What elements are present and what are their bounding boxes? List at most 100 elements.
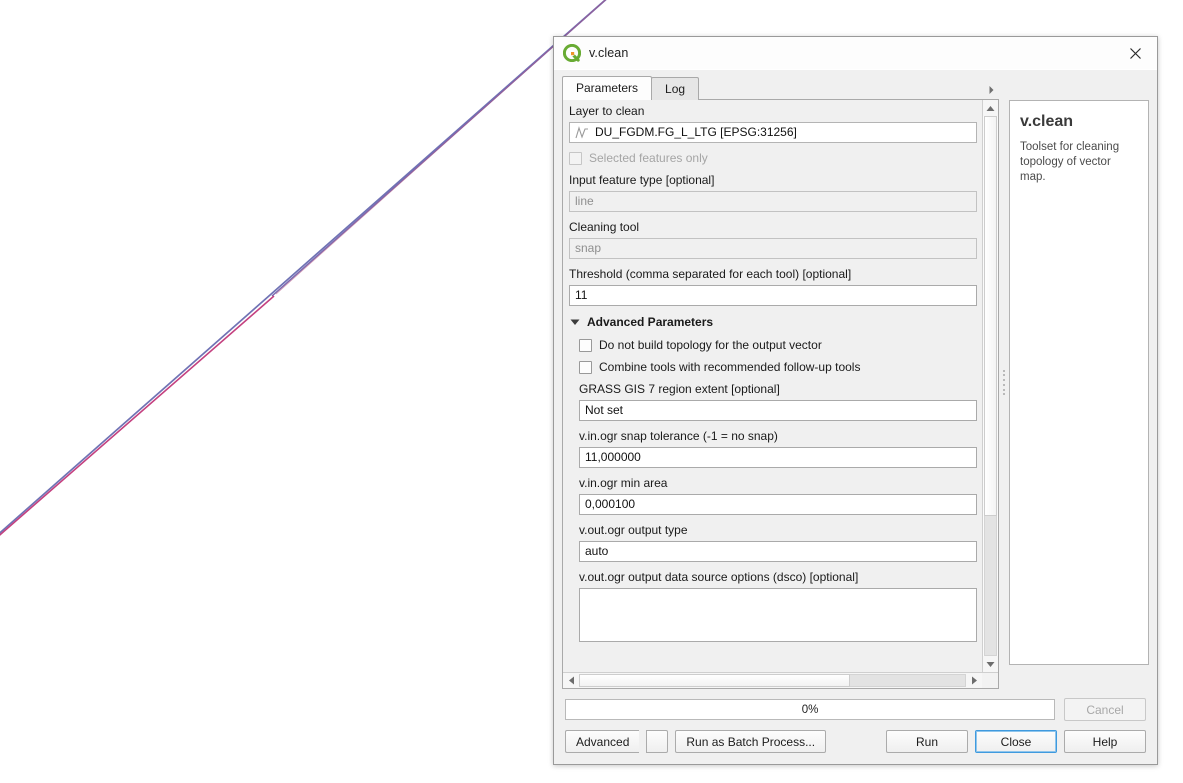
progress-row: 0% Cancel <box>565 698 1146 721</box>
no-build-topology-checkbox[interactable] <box>579 338 592 352</box>
parameters-column: Parameters Log Layer to clean DU_FGDM.FG… <box>562 76 999 689</box>
parameters-form: Layer to clean DU_FGDM.FG_L_LTG [EPSG:31… <box>563 100 982 646</box>
field-threshold: 11 <box>563 285 982 310</box>
parameters-vertical-scrollbar[interactable] <box>982 100 998 672</box>
vertical-scroll-track-lower[interactable] <box>984 515 997 656</box>
parameters-horizontal-scrollbar[interactable] <box>563 672 998 688</box>
cancel-button[interactable]: Cancel <box>1064 698 1146 721</box>
advanced-parameters-label: Advanced Parameters <box>587 315 714 329</box>
snap-tolerance-value: 11,000000 <box>585 450 641 464</box>
field-cleaning-tool: snap <box>563 238 982 263</box>
tab-parameters[interactable]: Parameters <box>562 76 653 100</box>
region-extent-value: Not set <box>585 403 624 417</box>
tab-log[interactable]: Log <box>651 77 700 100</box>
field-output-type: auto <box>563 541 982 566</box>
field-min-area: 0,000100 <box>563 494 982 519</box>
buttons-row: Advanced Run as Batch Process... Run Clo… <box>565 730 1146 753</box>
run-as-batch-process-button[interactable]: Run as Batch Process... <box>675 730 827 753</box>
region-extent-input[interactable]: Not set <box>579 400 977 421</box>
cancel-button-label: Cancel <box>1086 702 1124 717</box>
input-feature-type-combo[interactable]: line <box>569 191 977 212</box>
layer-to-clean-combo[interactable]: DU_FGDM.FG_L_LTG [EPSG:31256] <box>569 122 977 143</box>
advanced-button-label: Advanced <box>576 734 630 749</box>
label-layer-to-clean: Layer to clean <box>569 104 645 118</box>
advanced-parameters-group-header[interactable]: Advanced Parameters <box>563 310 982 334</box>
dsco-textarea[interactable] <box>579 588 977 642</box>
panel-splitter[interactable] <box>999 76 1009 689</box>
dialog-body: Parameters Log Layer to clean DU_FGDM.FG… <box>554 70 1157 689</box>
tab-log-label: Log <box>665 82 686 96</box>
combine-tools-checkbox[interactable] <box>579 360 592 374</box>
selected-features-only-checkbox[interactable] <box>569 151 582 165</box>
cleaning-tool-value: snap <box>575 241 602 255</box>
advanced-split-button[interactable]: Advanced <box>565 730 669 753</box>
splitter-grip-icon <box>1003 369 1005 396</box>
line-geometry-icon <box>574 125 590 140</box>
label-input-feature-type: Input feature type [optional] <box>569 173 715 187</box>
min-area-input[interactable]: 0,000100 <box>579 494 977 515</box>
scroll-left-icon[interactable] <box>563 673 579 688</box>
help-text: Toolset for cleaning topology of vector … <box>1020 141 1120 183</box>
run-button-label: Run <box>915 734 938 749</box>
selected-features-only-checkbox-row[interactable]: Selected features only <box>563 147 982 169</box>
field-snap-tolerance: 11,000000 <box>563 447 982 472</box>
chevron-down-icon <box>570 318 580 326</box>
field-layer-to-clean: DU_FGDM.FG_L_LTG [EPSG:31256] <box>563 122 982 147</box>
dialog-footer: 0% Cancel Advanced Run as Batch Process.… <box>554 689 1157 764</box>
label-snap-tolerance: v.in.ogr snap tolerance (-1 = no snap) <box>579 429 778 443</box>
field-input-feature-type: line <box>563 191 982 216</box>
cleaning-tool-combo[interactable]: snap <box>569 238 977 259</box>
layer-to-clean-value: DU_FGDM.FG_L_LTG [EPSG:31256] <box>595 125 797 139</box>
progress-bar: 0% <box>565 699 1055 720</box>
scroll-down-icon[interactable] <box>983 656 998 672</box>
label-dsco: v.out.ogr output data source options (ds… <box>579 570 859 584</box>
parameters-panel: Layer to clean DU_FGDM.FG_L_LTG [EPSG:31… <box>562 99 999 689</box>
no-build-topology-label: Do not build topology for the output vec… <box>599 338 822 352</box>
vclean-dialog: v.clean Parameters Log Layer to clean DU… <box>553 36 1158 765</box>
run-as-batch-process-label: Run as Batch Process... <box>686 734 816 749</box>
qgis-logo-icon <box>562 43 582 63</box>
dialog-title: v.clean <box>589 46 629 60</box>
input-feature-type-value: line <box>575 194 594 208</box>
combine-tools-label: Combine tools with recommended follow-up… <box>599 360 861 374</box>
help-button-label: Help <box>1092 734 1118 749</box>
field-dsco <box>563 588 982 646</box>
label-output-type: v.out.ogr output type <box>579 523 688 537</box>
horizontal-scroll-track[interactable] <box>579 673 966 688</box>
panel-expand-icon[interactable] <box>985 83 997 97</box>
label-threshold: Threshold (comma separated for each tool… <box>569 267 852 281</box>
selected-features-only-label: Selected features only <box>589 151 708 165</box>
combine-tools-checkbox-row[interactable]: Combine tools with recommended follow-up… <box>563 356 982 378</box>
parameters-scroll-area[interactable]: Layer to clean DU_FGDM.FG_L_LTG [EPSG:31… <box>563 100 982 672</box>
vertical-scroll-thumb[interactable] <box>984 116 997 516</box>
help-button[interactable]: Help <box>1064 730 1146 753</box>
min-area-value: 0,000100 <box>585 497 636 511</box>
field-region-extent: Not set <box>563 400 982 425</box>
scrollbar-corner <box>982 673 998 688</box>
threshold-value: 11 <box>575 288 588 302</box>
scroll-right-icon[interactable] <box>966 673 982 688</box>
label-region-extent: GRASS GIS 7 region extent [optional] <box>579 382 780 396</box>
horizontal-scroll-track-right[interactable] <box>849 674 966 687</box>
output-type-value: auto <box>585 544 609 558</box>
advanced-button[interactable]: Advanced <box>565 730 640 753</box>
help-title: v.clean <box>1020 113 1074 130</box>
advanced-dropdown-arrow-icon[interactable] <box>646 730 669 753</box>
progress-label: 0% <box>801 703 819 716</box>
close-button[interactable]: Close <box>975 730 1057 753</box>
close-icon[interactable] <box>1113 37 1157 69</box>
snap-tolerance-input[interactable]: 11,000000 <box>579 447 977 468</box>
scroll-up-icon[interactable] <box>983 100 998 116</box>
help-panel: v.clean Toolset for cleaning topology of… <box>1009 100 1149 665</box>
tab-bar: Parameters Log <box>562 76 999 100</box>
dialog-titlebar[interactable]: v.clean <box>554 37 1157 70</box>
no-build-topology-checkbox-row[interactable]: Do not build topology for the output vec… <box>563 334 982 356</box>
vertical-scroll-track[interactable] <box>983 116 998 656</box>
label-cleaning-tool: Cleaning tool <box>569 220 640 234</box>
horizontal-scroll-thumb[interactable] <box>579 674 850 687</box>
output-type-input[interactable]: auto <box>579 541 977 562</box>
run-button[interactable]: Run <box>886 730 968 753</box>
threshold-input[interactable]: 11 <box>569 285 977 306</box>
label-min-area: v.in.ogr min area <box>579 476 668 490</box>
close-button-label: Close <box>1000 734 1032 749</box>
